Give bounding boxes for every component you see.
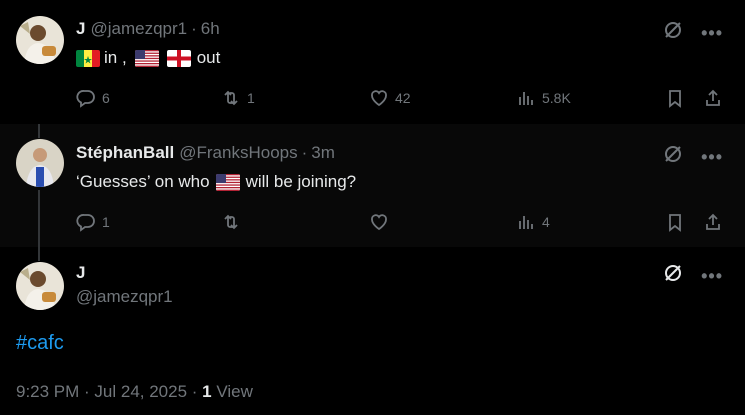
reply-button[interactable]: 1 bbox=[76, 210, 110, 234]
retweet-button[interactable] bbox=[221, 210, 247, 234]
tweet-time[interactable]: 6h bbox=[201, 18, 220, 40]
views-button[interactable]: 5.8K bbox=[516, 86, 571, 110]
thread-line bbox=[38, 124, 40, 138]
tweet-header: StéphanBall @FranksHoops · 3m bbox=[76, 142, 335, 164]
tweet-text-part: will be joining? bbox=[245, 172, 357, 191]
retweet-button[interactable]: 1 bbox=[221, 86, 255, 110]
views-icon bbox=[519, 216, 533, 229]
grok-icon[interactable] bbox=[663, 144, 683, 169]
tweet-1[interactable]: J @jamezqpr1 · 6h in , out ••• 6 1 42 5.… bbox=[0, 0, 745, 124]
like-button[interactable] bbox=[369, 210, 395, 234]
like-button[interactable]: 42 bbox=[369, 86, 411, 110]
view-label: View bbox=[216, 382, 253, 401]
author-handle[interactable]: @FranksHoops bbox=[179, 142, 297, 164]
more-icon[interactable]: ••• bbox=[701, 148, 723, 166]
tweet-timestamp[interactable]: 9:23 PM · Jul 24, 2025 · bbox=[16, 382, 197, 401]
separator-dot: · bbox=[301, 143, 308, 162]
avatar[interactable] bbox=[16, 139, 64, 187]
main-tweet[interactable]: J @jamezqpr1 ••• #cafc 9:23 PM · Jul 24,… bbox=[0, 247, 745, 415]
more-icon[interactable]: ••• bbox=[701, 24, 723, 42]
author-name[interactable]: J bbox=[76, 18, 85, 40]
bookmark-button[interactable] bbox=[665, 210, 685, 234]
view-count: 5.8K bbox=[542, 90, 571, 106]
avatar[interactable] bbox=[16, 262, 64, 310]
share-button[interactable] bbox=[703, 210, 723, 234]
grok-icon[interactable] bbox=[663, 20, 683, 45]
bookmark-icon bbox=[669, 90, 681, 108]
usa-flag-icon bbox=[215, 173, 240, 191]
author-handle[interactable]: @jamezqpr1 bbox=[76, 287, 173, 307]
tweet-text-part: ‘Guesses’ on who bbox=[76, 172, 210, 191]
thread-line bbox=[38, 247, 40, 261]
tweet-time[interactable]: 3m bbox=[311, 142, 335, 164]
views-icon bbox=[519, 92, 533, 105]
view-count[interactable]: 1 bbox=[202, 382, 211, 401]
heart-icon bbox=[371, 214, 387, 231]
thread-line bbox=[38, 190, 40, 247]
hashtag-link[interactable]: #cafc bbox=[16, 332, 64, 355]
tweet-text: in , out bbox=[76, 46, 220, 70]
views-button[interactable]: 4 bbox=[516, 210, 550, 234]
grok-icon[interactable] bbox=[663, 263, 683, 288]
retweet-icon bbox=[224, 214, 238, 230]
retweet-icon bbox=[224, 90, 238, 106]
bookmark-button[interactable] bbox=[665, 86, 685, 110]
view-count: 4 bbox=[542, 214, 550, 230]
share-button[interactable] bbox=[703, 86, 723, 110]
avatar[interactable] bbox=[16, 16, 64, 64]
tweet-actions: 6 1 42 5.8K bbox=[76, 86, 726, 110]
author-name[interactable]: StéphanBall bbox=[76, 142, 174, 164]
tweet-header: J @jamezqpr1 · 6h bbox=[76, 18, 220, 40]
england-flag-icon bbox=[166, 49, 191, 67]
reply-count: 1 bbox=[102, 214, 110, 230]
reply-icon bbox=[76, 90, 95, 108]
bookmark-icon bbox=[669, 214, 681, 232]
tweet-text-part: out bbox=[196, 48, 221, 67]
share-icon bbox=[706, 89, 720, 106]
tweet-actions: 1 4 bbox=[76, 210, 726, 234]
senegal-flag-icon bbox=[76, 49, 100, 67]
reply-button[interactable]: 6 bbox=[76, 86, 110, 110]
retweet-count: 1 bbox=[247, 90, 255, 106]
like-count: 42 bbox=[395, 90, 411, 106]
tweet-text-part: in , bbox=[104, 48, 127, 67]
tweet-text: ‘Guesses’ on who will be joining? bbox=[76, 170, 356, 194]
separator-dot: · bbox=[191, 19, 197, 38]
author-handle[interactable]: @jamezqpr1 bbox=[90, 18, 187, 40]
tweet-meta: 9:23 PM · Jul 24, 2025 · 1 View bbox=[16, 382, 253, 402]
reply-count: 6 bbox=[102, 90, 110, 106]
reply-icon bbox=[76, 214, 95, 232]
more-icon[interactable]: ••• bbox=[701, 267, 723, 285]
author-name[interactable]: J bbox=[76, 263, 85, 283]
heart-icon bbox=[371, 90, 387, 107]
usa-flag-icon bbox=[134, 49, 159, 67]
tweet-2[interactable]: StéphanBall @FranksHoops · 3m ‘Guesses’ … bbox=[0, 124, 745, 247]
share-icon bbox=[706, 213, 720, 230]
